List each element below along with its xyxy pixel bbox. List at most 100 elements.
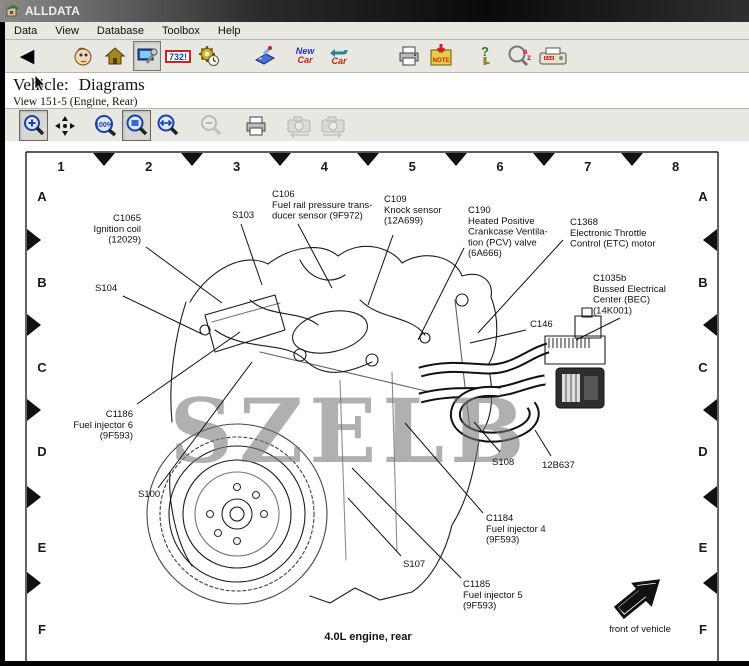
callout-label-C109: Knock sensor xyxy=(384,205,442,216)
menu-toolbox[interactable]: Toolbox xyxy=(153,24,209,38)
mouse-cursor-icon xyxy=(33,74,47,92)
grid-tick-triangle xyxy=(621,153,643,166)
grid-tick-triangle xyxy=(181,153,203,166)
callout-label-C106: C106 xyxy=(272,189,295,200)
grid-tick-triangle xyxy=(27,572,41,594)
svg-text:NOTE: NOTE xyxy=(433,58,450,64)
print-view-button[interactable] xyxy=(241,110,270,141)
grid-tick-triangle xyxy=(357,153,379,166)
callout-label-C190: Heated Positive xyxy=(468,216,535,227)
markup-stamp-button[interactable] xyxy=(251,41,279,71)
callout-label-C1368: Electronic Throttle xyxy=(570,228,646,239)
menu-view[interactable]: View xyxy=(46,24,88,38)
back-button[interactable]: ◀ xyxy=(13,41,41,71)
callout-label-S107: S107 xyxy=(403,559,425,570)
printer-icon xyxy=(244,115,268,137)
zoom-100-button[interactable]: 100% xyxy=(91,110,120,141)
home-button[interactable] xyxy=(101,41,129,71)
diagram-toolbar: 100% xyxy=(5,108,749,143)
callout-leader-line xyxy=(298,224,332,288)
menu-bar: Data View Database Toolbox Help xyxy=(5,22,749,40)
settings-history-button[interactable] xyxy=(195,41,223,71)
grid-row-label-left: C xyxy=(37,360,47,375)
previous-car-button[interactable]: Car xyxy=(325,41,353,71)
next-view-button[interactable] xyxy=(318,110,348,141)
callout-label-12B637: 12B637 xyxy=(542,460,575,471)
zoom-100-icon: 100% xyxy=(93,114,119,138)
callout-label-S108: S108 xyxy=(492,457,514,468)
fit-width-button[interactable] xyxy=(153,110,182,141)
grid-column-label: 6 xyxy=(496,159,503,174)
callout-label-C190: (6A666) xyxy=(468,248,502,259)
zoom-in-button[interactable] xyxy=(19,110,48,141)
grid-tick-triangle xyxy=(703,572,717,594)
grid-row-label-right: F xyxy=(699,622,707,637)
graphics-view-button[interactable] xyxy=(133,41,161,71)
grid-column-label: 4 xyxy=(321,159,329,174)
callout-label-C1368: Control (ETC) motor xyxy=(570,239,656,250)
grid-row-label-right: D xyxy=(698,444,707,459)
callout-label-C1185: Fuel injector 5 xyxy=(463,590,523,601)
fit-page-button[interactable] xyxy=(122,110,151,141)
grid-tick-triangle xyxy=(27,399,41,421)
callout-label-C106: Fuel rail pressure trans- xyxy=(272,200,372,211)
page-title: Vehicle: Diagrams xyxy=(5,73,749,95)
callout-label-S100: S100 xyxy=(138,489,160,500)
lower-connector xyxy=(556,368,604,408)
callout-label-C1185: (9F593) xyxy=(463,601,496,612)
help-key-icon: ? xyxy=(476,44,494,68)
note-button[interactable]: NOTE xyxy=(427,41,455,71)
counter-button[interactable]: 732! xyxy=(164,41,192,71)
svg-text:100%: 100% xyxy=(95,122,114,129)
view-subtitle: View 151-5 (Engine, Rear) xyxy=(5,95,749,108)
print-button[interactable] xyxy=(395,41,423,71)
main-toolbar: ◀ 732! New Car Car xyxy=(5,40,749,73)
grid-tick-triangle xyxy=(703,229,717,251)
pan-button[interactable] xyxy=(50,110,79,141)
grid-row-label-left: B xyxy=(37,275,46,290)
markup-stamp-icon xyxy=(252,44,278,68)
callout-leader-line xyxy=(368,235,393,305)
grid-column-label: 1 xyxy=(57,159,64,174)
diagram-caption: 4.0L engine, rear xyxy=(324,631,412,643)
callout-label-C1186: (9F593) xyxy=(100,431,133,442)
previous-car-icon: Car xyxy=(329,47,349,66)
assistant-button[interactable] xyxy=(69,41,97,71)
search-az-icon: az xyxy=(506,44,534,68)
grid-tick-triangle xyxy=(703,486,717,508)
previous-view-button[interactable] xyxy=(284,110,314,141)
callout-label-C1184: (9F593) xyxy=(486,535,519,546)
zoom-out-icon xyxy=(199,114,223,138)
note-icon: NOTE xyxy=(428,43,454,69)
grid-column-label: 2 xyxy=(145,159,152,174)
new-car-button[interactable]: New Car xyxy=(291,41,319,71)
grid-column-label: 8 xyxy=(672,159,679,174)
heading-area: Vehicle: Diagrams View 151-5 (Engine, Re… xyxy=(5,73,749,108)
menu-database[interactable]: Database xyxy=(88,24,153,38)
search-az-button[interactable]: az xyxy=(505,41,535,71)
callout-label-C1184: Fuel injector 4 xyxy=(486,524,546,535)
callout-leader-line xyxy=(146,247,222,303)
grid-row-label-left: F xyxy=(38,622,46,637)
callout-label-C1035b: (14K001) xyxy=(593,305,632,316)
svg-text:732!: 732! xyxy=(169,52,187,62)
callout-label-C1065: (12029) xyxy=(108,235,141,246)
grid-tick-triangle xyxy=(27,229,41,251)
callout-label-C1035b: Bussed Electrical xyxy=(593,284,666,295)
settings-history-icon xyxy=(197,44,221,68)
grid-tick-triangle xyxy=(93,153,115,166)
callout-label-S103: S103 xyxy=(232,210,254,221)
title-bar: ALLDATA xyxy=(0,0,749,22)
menu-data[interactable]: Data xyxy=(5,24,46,38)
zoom-out-button[interactable] xyxy=(196,110,225,141)
grid-tick-triangle xyxy=(27,314,41,336)
menu-help[interactable]: Help xyxy=(209,24,250,38)
window-title: ALLDATA xyxy=(25,4,80,18)
fax-button[interactable]: FAX xyxy=(537,41,569,71)
callout-label-S104: S104 xyxy=(95,283,117,294)
grid-row-label-left: D xyxy=(37,444,46,459)
grid-row-label-right: B xyxy=(698,275,707,290)
grid-column-label: 3 xyxy=(233,159,240,174)
help-button[interactable]: ? xyxy=(471,41,499,71)
app-logo-icon xyxy=(6,4,20,18)
